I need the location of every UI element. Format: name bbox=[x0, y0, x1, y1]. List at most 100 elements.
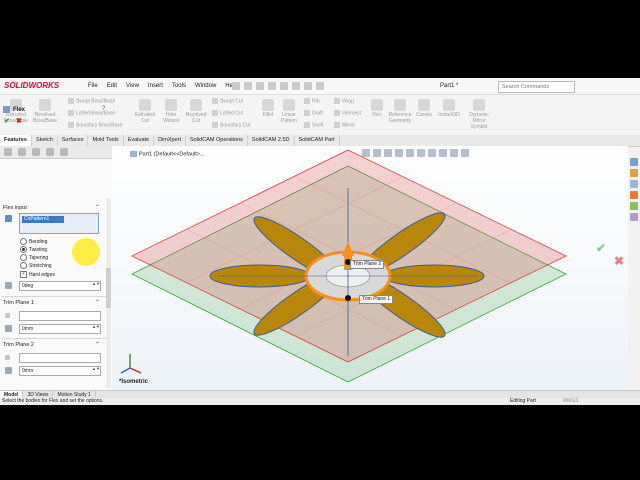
menu-file[interactable]: File bbox=[88, 83, 98, 89]
fillet-button[interactable]: Fillet bbox=[260, 99, 276, 118]
confirm-corner-reject-icon[interactable]: ✖ bbox=[614, 254, 624, 268]
save-icon[interactable] bbox=[256, 82, 264, 90]
draft-button[interactable]: Draft bbox=[304, 110, 323, 116]
feature-tree-tab-icon[interactable] bbox=[4, 148, 12, 156]
status-units[interactable]: MMGS bbox=[563, 398, 579, 405]
file-explorer-icon[interactable] bbox=[630, 180, 638, 188]
tab-surfaces[interactable]: Surfaces bbox=[58, 135, 89, 146]
revolved-boss-button[interactable]: Revolved Boss/Base bbox=[32, 99, 58, 124]
document-title: Part1 * bbox=[440, 83, 459, 89]
open-icon[interactable] bbox=[244, 82, 252, 90]
boundary-cut-button[interactable]: Boundary Cut bbox=[212, 122, 251, 128]
tab-mold-tools[interactable]: Mold Tools bbox=[88, 135, 124, 146]
confirm-corner-accept-icon[interactable]: ✔ bbox=[596, 241, 606, 255]
title-bar: SOLIDWORKS File Edit View Insert Tools W… bbox=[0, 78, 640, 95]
help-icon[interactable]: ? bbox=[102, 106, 105, 112]
shell-button[interactable]: Shell bbox=[304, 122, 323, 128]
tab-dimxpert[interactable]: DimXpert bbox=[154, 135, 187, 146]
spin-arrows-icon[interactable]: ▲▼ bbox=[92, 366, 100, 371]
angle-input[interactable]: 0deg bbox=[19, 281, 101, 291]
spin-arrows-icon[interactable]: ▲▼ bbox=[92, 281, 100, 286]
spin-arrows-icon[interactable]: ▲▼ bbox=[92, 324, 100, 329]
tab-solidcam-25d[interactable]: SolidCAM 2.5D bbox=[248, 135, 295, 146]
tab-features[interactable]: Features bbox=[0, 135, 32, 146]
dynamic-mirror-button[interactable]: Dynamic Mirror Symbol bbox=[464, 99, 494, 130]
cursor-highlight bbox=[72, 238, 100, 266]
undo-icon[interactable] bbox=[280, 82, 288, 90]
extruded-cut-button[interactable]: Extruded Cut bbox=[132, 99, 158, 124]
rib-button[interactable]: Rib bbox=[304, 98, 320, 104]
search-commands-input[interactable]: Search Commands bbox=[498, 81, 575, 93]
intersect-button[interactable]: Intersect bbox=[334, 110, 361, 116]
design-library-icon[interactable] bbox=[630, 169, 638, 177]
menu-tools[interactable]: Tools bbox=[172, 83, 186, 89]
lofted-cut-button[interactable]: Lofted Cut bbox=[212, 110, 243, 116]
graphics-area[interactable]: Part1 (Default<<Default>... Trim Plane 2… bbox=[112, 146, 628, 390]
collapse-icon[interactable]: ⌃ bbox=[95, 299, 100, 306]
view-palette-icon[interactable] bbox=[630, 191, 638, 199]
trim-plane-2-distance[interactable]: 0mm bbox=[19, 366, 101, 376]
trim-plane-1-selection[interactable] bbox=[19, 311, 101, 321]
flex-feature-icon bbox=[3, 106, 10, 113]
trim-plane-2-selection[interactable] bbox=[19, 353, 101, 363]
options-icon[interactable] bbox=[316, 82, 324, 90]
print-icon[interactable] bbox=[268, 82, 276, 90]
shell-icon bbox=[304, 122, 310, 128]
swept-cut-icon bbox=[212, 98, 218, 104]
ok-button[interactable]: ✔ bbox=[4, 117, 10, 125]
status-message: Select the bodies for Flex and set the o… bbox=[2, 398, 104, 404]
radio-tapering[interactable]: Tapering bbox=[20, 254, 48, 261]
appearances-icon[interactable] bbox=[630, 202, 638, 210]
loft-icon bbox=[68, 110, 74, 116]
flex-button[interactable]: Flex bbox=[370, 99, 384, 118]
swept-boss-button[interactable]: Swept Boss/Base bbox=[68, 98, 115, 104]
pm-title: Flex bbox=[3, 106, 25, 113]
status-mode: Editing Part bbox=[510, 398, 536, 404]
panel-scrollbar[interactable] bbox=[106, 198, 111, 388]
hole-wizard-button[interactable]: Hole Wizard bbox=[160, 99, 182, 124]
tab-solidcam-operations[interactable]: SolidCAM Operations bbox=[186, 135, 248, 146]
collapse-icon[interactable]: ⌃ bbox=[95, 341, 100, 348]
rebuild-icon[interactable] bbox=[304, 82, 312, 90]
trim-plane-1-label[interactable]: Trim Plane 1 bbox=[359, 295, 394, 304]
resources-icon[interactable] bbox=[630, 158, 638, 166]
curves-button[interactable]: Curves bbox=[414, 99, 434, 118]
custom-properties-icon[interactable] bbox=[630, 213, 638, 221]
instant3d-icon bbox=[443, 99, 455, 111]
distance-icon bbox=[5, 325, 12, 332]
scroll-thumb[interactable] bbox=[106, 268, 111, 308]
tab-sketch[interactable]: Sketch bbox=[32, 135, 58, 146]
swept-cut-button[interactable]: Swept Cut bbox=[212, 98, 243, 104]
display-manager-tab-icon[interactable] bbox=[60, 148, 68, 156]
property-manager-tab-icon[interactable] bbox=[18, 148, 26, 156]
menu-window[interactable]: Window bbox=[195, 83, 216, 89]
radio-bending[interactable]: Bending bbox=[20, 238, 47, 245]
tab-solidcam-part[interactable]: SolidCAM Part bbox=[295, 135, 340, 146]
tab-evaluate[interactable]: Evaluate bbox=[124, 135, 155, 146]
instant3d-button[interactable]: Instant3D bbox=[436, 99, 462, 118]
lofted-boss-button[interactable]: Lofted Boss/Base bbox=[68, 110, 115, 116]
cancel-button[interactable]: ✖ bbox=[16, 117, 22, 125]
menu-edit[interactable]: Edit bbox=[107, 83, 117, 89]
radio-stretching[interactable]: Stretching bbox=[20, 262, 52, 269]
radio-twisting[interactable]: Twisting bbox=[20, 246, 47, 253]
menu-insert[interactable]: Insert bbox=[148, 83, 163, 89]
new-icon[interactable] bbox=[232, 82, 240, 90]
bodies-selection-box[interactable]: CirPattern1 bbox=[19, 213, 99, 234]
linear-pattern-button[interactable]: Linear Pattern bbox=[278, 99, 300, 124]
hard-edges-checkbox[interactable]: ✓ Hard edges bbox=[20, 271, 55, 278]
fillet-icon bbox=[262, 99, 274, 111]
selected-body[interactable]: CirPattern1 bbox=[22, 216, 64, 223]
revolved-cut-button[interactable]: Revolved Cut bbox=[184, 99, 208, 124]
dimxpert-tab-icon[interactable] bbox=[46, 148, 54, 156]
select-icon[interactable] bbox=[292, 82, 300, 90]
wrap-button[interactable]: Wrap bbox=[334, 98, 354, 104]
menu-view[interactable]: View bbox=[126, 83, 139, 89]
boundary-boss-button[interactable]: Boundary Boss/Base bbox=[68, 122, 123, 128]
reference-geometry-button[interactable]: Reference Geometry bbox=[386, 99, 414, 124]
trim-plane-2-label[interactable]: Trim Plane 2 bbox=[350, 260, 385, 269]
mirror-button[interactable]: Mirror bbox=[334, 122, 355, 128]
configuration-tab-icon[interactable] bbox=[32, 148, 40, 156]
collapse-icon[interactable]: ⌃ bbox=[95, 204, 100, 211]
trim-plane-1-distance[interactable]: 0mm bbox=[19, 324, 101, 334]
